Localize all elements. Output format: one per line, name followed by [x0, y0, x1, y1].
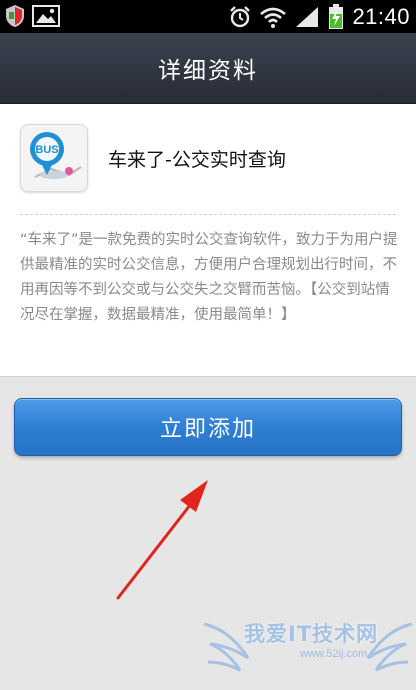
red-arrow-icon — [116, 480, 208, 600]
bus-icon-text: BUS — [35, 144, 58, 156]
status-left-icons — [4, 4, 60, 28]
status-bar: 21:40 — [0, 0, 416, 33]
wifi-icon — [260, 7, 287, 28]
add-now-button[interactable]: 立即添加 — [14, 398, 402, 456]
header: 详细资料 — [0, 33, 416, 104]
signal-icon — [296, 7, 319, 27]
app-name: 车来了-公交实时查询 — [108, 148, 286, 171]
status-right-icons: 21:40 — [228, 2, 410, 32]
app-info-panel: BUS 车来了-公交实时查询 “车来了”是一款免费的实时公交查询软件，致力于为用… — [0, 104, 416, 377]
bus-app-icon: BUS — [20, 124, 88, 192]
app-row: BUS 车来了-公交实时查询 — [20, 122, 400, 194]
watermark-text: 我爱IT技术网 — [244, 622, 379, 646]
shield-icon — [6, 5, 24, 27]
image-icon — [32, 5, 60, 27]
page-title: 详细资料 — [158, 58, 258, 84]
status-time: 21:40 — [352, 4, 410, 29]
battery-charging-icon — [329, 4, 344, 29]
watermark-url: www.52ij.com — [300, 648, 368, 660]
divider — [20, 214, 396, 215]
app-description: “车来了”是一款免费的实时公交查询软件，致力于为用户提供最精准的实时公交信息，方… — [20, 232, 398, 323]
alarm-icon — [230, 6, 251, 28]
